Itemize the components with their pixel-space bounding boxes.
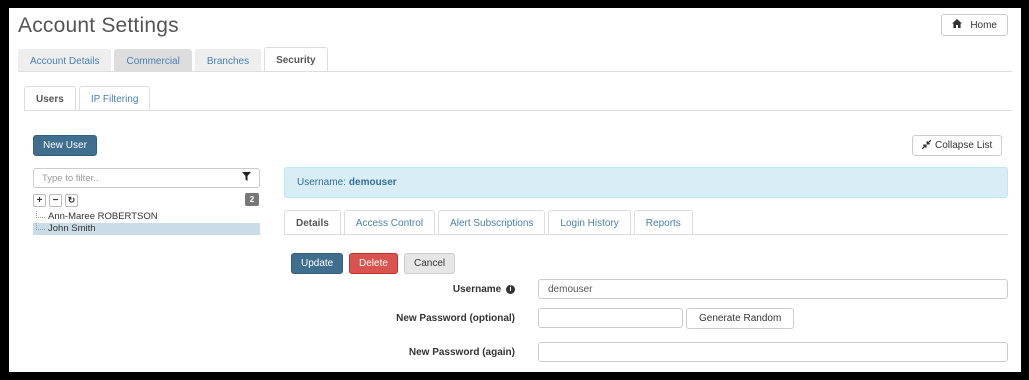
new-user-button[interactable]: New User — [33, 135, 97, 156]
expand-all-button[interactable]: + — [33, 194, 46, 207]
generate-random-button[interactable]: Generate Random — [686, 308, 795, 329]
tab-access-control[interactable]: Access Control — [343, 210, 436, 235]
delete-button[interactable]: Delete — [349, 253, 398, 274]
tab-commercial[interactable]: Commercial — [114, 49, 192, 72]
home-button[interactable]: Home — [941, 14, 1008, 36]
user-name: Ann-Maree ROBERTSON — [48, 211, 158, 222]
user-tree-item-selected[interactable]: John Smith — [33, 223, 260, 235]
username-label: Username — [452, 284, 502, 295]
cancel-button[interactable]: Cancel — [404, 253, 456, 274]
tree-connector — [36, 223, 45, 230]
username-prefix: Username: — [297, 177, 346, 188]
tab-details[interactable]: Details — [284, 210, 341, 235]
user-tree: Ann-Maree ROBERTSON John Smith — [33, 211, 260, 235]
user-count-badge: 2 — [245, 193, 259, 206]
new-password-again-label: New Password (again) — [408, 347, 515, 358]
user-tree-item[interactable]: Ann-Maree ROBERTSON — [33, 211, 260, 223]
filter-placeholder: Type to filter.. — [42, 172, 99, 184]
tree-connector — [36, 211, 45, 218]
home-label: Home — [970, 19, 997, 31]
tab-login-history[interactable]: Login History — [548, 210, 631, 235]
tab-account-details[interactable]: Account Details — [18, 49, 112, 72]
new-password-label: New Password (optional) — [396, 313, 515, 324]
home-icon — [952, 19, 963, 31]
tab-reports[interactable]: Reports — [633, 210, 693, 235]
tab-ip-filtering[interactable]: IP Filtering — [78, 86, 151, 111]
tab-alert-subscriptions[interactable]: Alert Subscriptions — [438, 210, 546, 235]
new-password-again-input[interactable] — [538, 342, 1008, 362]
selected-user-banner: Username: demouser — [284, 167, 1008, 198]
tab-branches[interactable]: Branches — [194, 49, 262, 72]
collapse-list-button[interactable]: Collapse List — [912, 135, 1003, 156]
main-tabs-divider — [18, 71, 1012, 72]
collapse-all-button[interactable]: − — [49, 194, 62, 207]
refresh-button[interactable]: ↻ — [65, 194, 78, 207]
username-value: demouser — [348, 177, 397, 188]
info-circle-icon[interactable]: i — [506, 284, 515, 294]
app-window: Account Settings Home Account Details Co… — [9, 8, 1021, 372]
new-password-input[interactable] — [538, 308, 683, 328]
security-tabs-divider — [24, 110, 1012, 111]
update-button[interactable]: Update — [291, 253, 344, 274]
collapse-list-label: Collapse List — [935, 140, 993, 151]
user-filter-input[interactable]: Type to filter.. — [33, 168, 260, 188]
tab-users[interactable]: Users — [24, 86, 76, 111]
security-tabs: Users IP Filtering — [24, 86, 153, 111]
page-title: Account Settings — [18, 14, 179, 37]
filter-icon[interactable] — [242, 172, 251, 184]
main-tabs: Account Details Commercial Branches Secu… — [18, 47, 331, 72]
detail-tabs-divider — [284, 234, 1008, 235]
compress-icon — [921, 139, 932, 152]
username-field-label: Username i — [389, 284, 515, 295]
username-input[interactable]: demouser — [538, 279, 1008, 299]
user-name: John Smith — [48, 223, 96, 234]
tab-security[interactable]: Security — [264, 47, 328, 72]
tree-toolbar: + − ↻ — [33, 194, 78, 207]
user-detail-tabs: Details Access Control Alert Subscriptio… — [284, 210, 696, 235]
